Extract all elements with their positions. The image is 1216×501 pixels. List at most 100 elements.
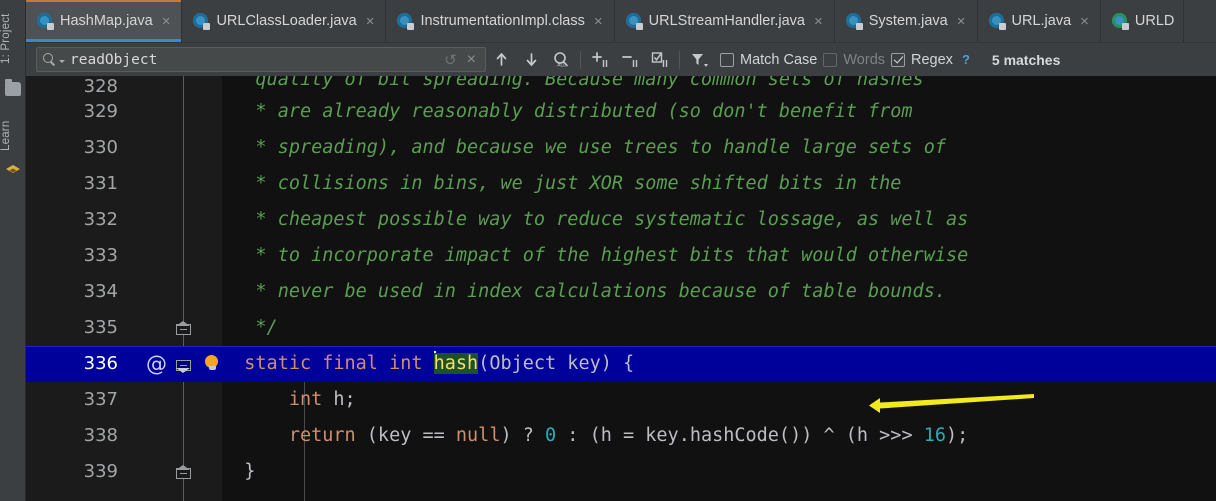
toolbar-divider (580, 50, 581, 69)
code-line[interactable]: 332 * cheapest possible way to reduce sy… (26, 202, 1216, 238)
code-token: ); (946, 425, 969, 446)
editor-tab[interactable]: URLStreamHandler.java × (615, 0, 835, 42)
code-line[interactable]: 329 * are already reasonably distributed… (26, 94, 1216, 130)
find-all-icon[interactable]: ALL (546, 46, 576, 74)
editor-tab-label: URL.java (1011, 13, 1072, 29)
code-text: * collisions in bins, we just XOR some s… (222, 166, 901, 202)
match-case-label: Match Case (740, 51, 818, 68)
code-token: * collisions in bins, we just XOR some s… (222, 173, 902, 194)
find-toolbar: readObject ↺ × ALL Match Case Words Rege… (26, 42, 1216, 76)
code-token: * are already reasonably distributed (so… (222, 101, 913, 122)
next-occurrence-button[interactable] (516, 46, 546, 74)
editor-tab[interactable]: URLD (1101, 0, 1185, 42)
code-line[interactable]: 338 return (key == null) ? 0 : (h = key.… (26, 418, 1216, 454)
code-text: */ (222, 310, 277, 346)
close-icon[interactable]: × (364, 14, 377, 29)
fold-down-icon[interactable] (176, 357, 191, 373)
add-occurrence-icon[interactable] (585, 46, 615, 74)
learn-badge-icon[interactable] (5, 164, 21, 177)
sidebar-item-learn[interactable]: Learn (0, 112, 26, 160)
line-number: 336 (83, 353, 118, 374)
code-token: (key == (355, 425, 456, 446)
filter-icon[interactable] (684, 46, 714, 74)
close-icon[interactable]: × (812, 14, 825, 29)
java-class-icon (625, 13, 643, 30)
match-case-box[interactable] (720, 52, 734, 67)
code-token: quality of bit spreading. Because many c… (222, 76, 924, 90)
editor-tab[interactable]: URL.java × (978, 0, 1101, 42)
editor-tab[interactable]: HashMap.java × (26, 0, 183, 42)
code-token: * spreading), and because we use trees t… (222, 137, 946, 158)
regex-help-icon[interactable]: ? (962, 52, 970, 67)
code-token: * never be used in index calculations be… (222, 281, 946, 302)
sidebar-item-project[interactable]: 1: Project (0, 8, 26, 70)
fold-up-icon[interactable] (176, 465, 191, 480)
line-number: 339 (83, 461, 118, 482)
code-line[interactable]: 330 * spreading), and because we use tre… (26, 130, 1216, 166)
code-token: } (222, 461, 256, 482)
close-icon[interactable]: × (955, 14, 968, 29)
code-token: : (h = key.hashCode()) ^ (h >>> (556, 425, 924, 446)
code-line[interactable]: 336 @ static final int hash(Object key) { (26, 346, 1216, 382)
chevron-down-icon[interactable] (59, 59, 65, 63)
code-token: * cheapest possible way to reduce system… (222, 209, 969, 230)
code-token: static final int (244, 353, 434, 374)
code-line[interactable]: 331 * collisions in bins, we just XOR so… (26, 166, 1216, 202)
line-number: 330 (83, 137, 118, 158)
line-number: 329 (83, 101, 118, 122)
line-number: 334 (83, 281, 118, 302)
clear-search-icon[interactable]: × (462, 51, 481, 69)
editor-tab-label: HashMap.java (60, 13, 153, 29)
code-line[interactable]: 339 } (26, 454, 1216, 490)
previous-occurrence-button[interactable] (486, 46, 516, 74)
editor-tab-label: System.java (868, 13, 948, 29)
remove-occurrence-icon[interactable] (615, 46, 645, 74)
editor-tab[interactable]: InstrumentationImpl.class × (386, 0, 615, 42)
editor-tab-label: URLClassLoader.java (216, 13, 357, 29)
select-all-occurrences-icon[interactable] (645, 46, 675, 74)
annotation-gutter-marker[interactable]: @ (146, 346, 167, 382)
code-token: h; (322, 389, 356, 410)
words-box[interactable] (823, 52, 838, 67)
reset-search-icon[interactable]: ↺ (439, 51, 462, 69)
code-token: int (288, 389, 323, 410)
close-icon[interactable]: × (592, 14, 605, 29)
editor-tab-label: InstrumentationImpl.class (420, 13, 585, 29)
close-icon[interactable]: × (160, 14, 173, 29)
code-text: return (key == null) ? 0 : (h = key.hash… (222, 418, 968, 454)
editor-tab[interactable]: System.java × (835, 0, 978, 42)
words-checkbox[interactable]: Words (823, 52, 885, 68)
code-line[interactable]: 334 * never be used in index calculation… (26, 274, 1216, 310)
code-token: ) ? (500, 425, 546, 446)
code-text: static final int hash(Object key) { (222, 346, 634, 382)
code-token: * to incorporate impact of the highest b… (222, 245, 969, 266)
search-input-value: readObject (70, 51, 158, 68)
code-token: return (288, 425, 356, 446)
java-class-icon (1111, 13, 1129, 30)
code-editor[interactable]: 328 quality of bit spreading. Because ma… (26, 76, 1216, 501)
intention-bulb-icon[interactable] (204, 355, 220, 374)
match-case-checkbox[interactable]: Match Case (720, 52, 817, 68)
editor-tab-label: URLD (1134, 13, 1175, 29)
code-line[interactable]: 337 int h; (26, 382, 1216, 418)
line-number: 332 (83, 209, 118, 230)
editor-tab-bar[interactable]: HashMap.java × URLClassLoader.java × Instrum… (26, 0, 1216, 42)
line-number: 337 (83, 389, 118, 410)
line-number: 333 (83, 245, 118, 266)
fold-up-icon[interactable] (176, 321, 191, 336)
code-text: * cheapest possible way to reduce system… (222, 202, 968, 238)
close-icon[interactable]: × (1078, 14, 1091, 29)
regex-checkbox[interactable]: Regex ? (891, 52, 970, 68)
code-line[interactable]: 333 * to incorporate impact of the highe… (26, 238, 1216, 274)
editor-tab[interactable]: URLClassLoader.java × (182, 0, 387, 42)
folder-icon[interactable] (5, 79, 21, 96)
code-line[interactable]: 328 quality of bit spreading. Because ma… (26, 76, 1216, 97)
regex-box[interactable] (891, 52, 906, 67)
left-tool-strip: 1: Project Learn (0, 0, 26, 501)
search-input[interactable]: readObject ↺ × (36, 47, 486, 72)
code-lines[interactable]: 328 quality of bit spreading. Because ma… (26, 76, 1216, 501)
code-line[interactable]: 335 */ (26, 310, 1216, 346)
code-token: 0 (545, 425, 557, 446)
